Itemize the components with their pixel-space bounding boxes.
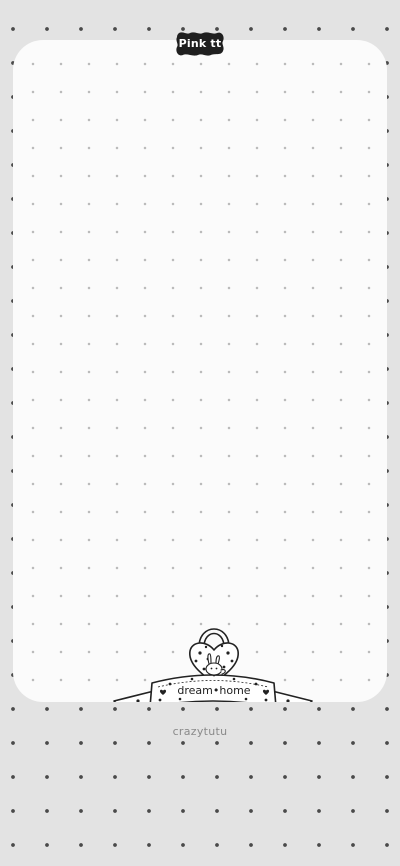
badge-label: Pink tt bbox=[178, 37, 222, 50]
hanger-label: dream•home bbox=[177, 684, 251, 697]
pink-tt-badge: Pink tt bbox=[173, 29, 227, 59]
dream-home-hanger: dream•home bbox=[108, 615, 318, 702]
memo-card: dream•home bbox=[13, 40, 387, 702]
credit-text: crazytutu bbox=[172, 725, 228, 738]
